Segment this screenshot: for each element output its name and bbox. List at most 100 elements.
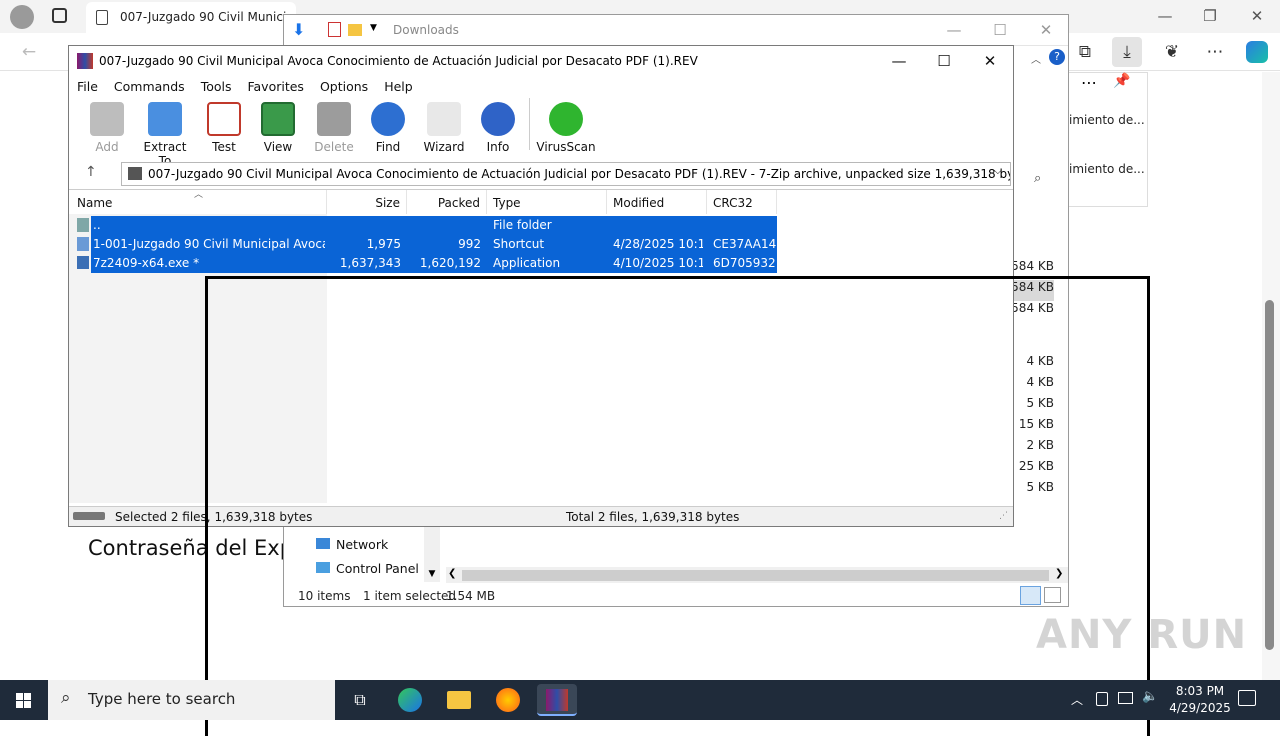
- browser-tab[interactable]: 007-Juzgado 90 Civil Municipal: [86, 2, 296, 33]
- quick-access-chevron-icon[interactable]: ▼: [370, 23, 377, 33]
- sevenzip-title-bar: 007-Juzgado 90 Civil Municipal Avoca Con…: [69, 46, 1013, 76]
- extract-icon: [148, 102, 182, 136]
- taskbar: ⌕ Type here to search ⧉ ︿ 🔈 8:03 PM 4/29…: [0, 680, 1280, 720]
- sevenzip-close-button[interactable]: ✕: [970, 46, 1010, 76]
- column-packed[interactable]: Packed: [407, 190, 487, 214]
- explorer-minimize-button[interactable]: —: [934, 15, 974, 45]
- archive-path-field[interactable]: 007-Juzgado 90 Civil Municipal Avoca Con…: [121, 162, 1011, 186]
- more-icon[interactable]: ⋯: [1081, 73, 1097, 92]
- wizard-button[interactable]: Wizard: [416, 102, 472, 154]
- search-placeholder: Type here to search: [88, 690, 236, 708]
- sevenzip-minimize-button[interactable]: —: [879, 46, 919, 76]
- menu-options[interactable]: Options: [312, 76, 376, 94]
- menu-commands[interactable]: Commands: [106, 76, 193, 94]
- row-modified: 4/28/2025 10:1...: [613, 237, 703, 251]
- watermark: ANY RUN: [1036, 612, 1248, 658]
- downloads-panel: ⋯ 📌 imiento de... imiento de...: [1068, 72, 1148, 207]
- browser-restore-button[interactable]: ❐: [1190, 1, 1230, 31]
- download-arrow-icon: ⬇: [292, 20, 306, 39]
- downloads-button[interactable]: ⤓: [1112, 37, 1142, 67]
- info-button[interactable]: Info: [470, 102, 526, 154]
- properties-icon[interactable]: [328, 22, 341, 37]
- row-name: 1-001-Juzgado 90 Civil Municipal Avoca C…: [93, 237, 325, 251]
- overlay-frame: [205, 276, 1150, 736]
- view-icon: [261, 102, 295, 136]
- network-tray-icon[interactable]: [1118, 692, 1133, 704]
- tab-actions-icon[interactable]: [52, 8, 67, 23]
- sevenzip-address-bar: ↑ 007-Juzgado 90 Civil Municipal Avoca C…: [69, 161, 1013, 187]
- explorer-title: Downloads: [393, 23, 459, 37]
- clock[interactable]: 8:03 PM 4/29/2025: [1160, 683, 1240, 717]
- test-button[interactable]: Test: [196, 102, 252, 154]
- clock-date: 4/29/2025: [1169, 701, 1231, 715]
- file-explorer-icon[interactable]: [439, 684, 479, 716]
- more-menu-button[interactable]: ⋯: [1200, 37, 1230, 67]
- winrar-taskbar-icon[interactable]: [537, 684, 577, 716]
- taskbar-search[interactable]: ⌕ Type here to search: [48, 680, 335, 720]
- notifications-icon[interactable]: [1238, 690, 1256, 706]
- column-type[interactable]: Type: [487, 190, 607, 214]
- tray-chevron-icon[interactable]: ︿: [1071, 691, 1083, 708]
- explorer-maximize-button[interactable]: ☐: [980, 15, 1020, 45]
- drive-icon: [73, 512, 105, 520]
- row-crc: CE37AA14: [713, 237, 777, 251]
- shortcut-icon: [77, 237, 89, 251]
- extract-to-button[interactable]: Extract To: [137, 102, 193, 168]
- firefox-icon[interactable]: [488, 684, 528, 716]
- info-icon: [481, 102, 515, 136]
- sevenzip-maximize-button[interactable]: ☐: [924, 46, 964, 76]
- test-icon: [207, 102, 241, 136]
- address-dropdown-icon[interactable]: ⌵: [994, 166, 1002, 177]
- menu-favorites[interactable]: Favorites: [239, 76, 311, 94]
- page-scrollbar-thumb[interactable]: [1265, 300, 1274, 650]
- tray-device-icon[interactable]: [1096, 692, 1108, 706]
- virusscan-button[interactable]: VirusScan: [531, 102, 601, 154]
- explorer-close-button[interactable]: ✕: [1026, 15, 1066, 45]
- profile-icon[interactable]: [10, 5, 34, 29]
- search-icon[interactable]: ⌕: [1034, 171, 1041, 186]
- row-type: Application: [493, 256, 561, 270]
- delete-button[interactable]: Delete: [306, 102, 362, 154]
- row-size: 1,637,343: [339, 256, 401, 270]
- file-row[interactable]: 7z2409-x64.exe * 1,637,343 1,620,192 App…: [91, 254, 777, 273]
- delete-icon: [317, 102, 351, 136]
- view-button[interactable]: View: [250, 102, 306, 154]
- sort-ascending-icon: ︿: [194, 190, 204, 200]
- task-view-icon[interactable]: ⧉: [340, 684, 380, 716]
- windows-logo-icon: [16, 693, 31, 708]
- column-modified[interactable]: Modified: [607, 190, 707, 214]
- column-size[interactable]: Size: [327, 190, 407, 214]
- browser-minimize-button[interactable]: —: [1145, 1, 1185, 31]
- clock-time: 8:03 PM: [1175, 684, 1225, 698]
- add-button[interactable]: Add: [79, 102, 135, 154]
- folder-icon[interactable]: [348, 24, 362, 36]
- performance-icon[interactable]: ❦: [1157, 37, 1187, 67]
- file-row[interactable]: .. File folder: [91, 216, 777, 235]
- pin-icon[interactable]: 📌: [1113, 73, 1130, 89]
- up-folder-icon[interactable]: ↑: [85, 164, 97, 180]
- download-item-1[interactable]: imiento de...: [1069, 113, 1145, 127]
- row-packed: 1,620,192: [419, 256, 481, 270]
- copilot-icon[interactable]: [1246, 41, 1268, 63]
- find-button[interactable]: Find: [360, 102, 416, 154]
- expand-ribbon-icon[interactable]: ︿: [1031, 51, 1041, 66]
- help-icon[interactable]: ?: [1049, 49, 1065, 65]
- folder-up-icon: [77, 218, 89, 232]
- menu-file[interactable]: File: [69, 76, 106, 94]
- row-packed: 992: [458, 237, 481, 251]
- row-crc: 6D705932: [713, 256, 776, 270]
- wizard-icon: [427, 102, 461, 136]
- file-row[interactable]: 1-001-Juzgado 90 Civil Municipal Avoca C…: [91, 235, 777, 254]
- edge-icon[interactable]: [390, 684, 430, 716]
- volume-icon[interactable]: 🔈: [1142, 689, 1158, 704]
- start-button[interactable]: [0, 680, 48, 720]
- download-item-2[interactable]: imiento de...: [1069, 162, 1145, 176]
- browser-close-button[interactable]: ✕: [1237, 1, 1277, 31]
- column-crc32[interactable]: CRC32: [707, 190, 777, 214]
- collections-icon[interactable]: ⧉: [1070, 37, 1100, 67]
- row-type: File folder: [493, 218, 552, 232]
- menu-help[interactable]: Help: [376, 76, 421, 94]
- menu-tools[interactable]: Tools: [193, 76, 240, 94]
- back-button[interactable]: ←: [14, 37, 44, 67]
- virusscan-icon: [549, 102, 583, 136]
